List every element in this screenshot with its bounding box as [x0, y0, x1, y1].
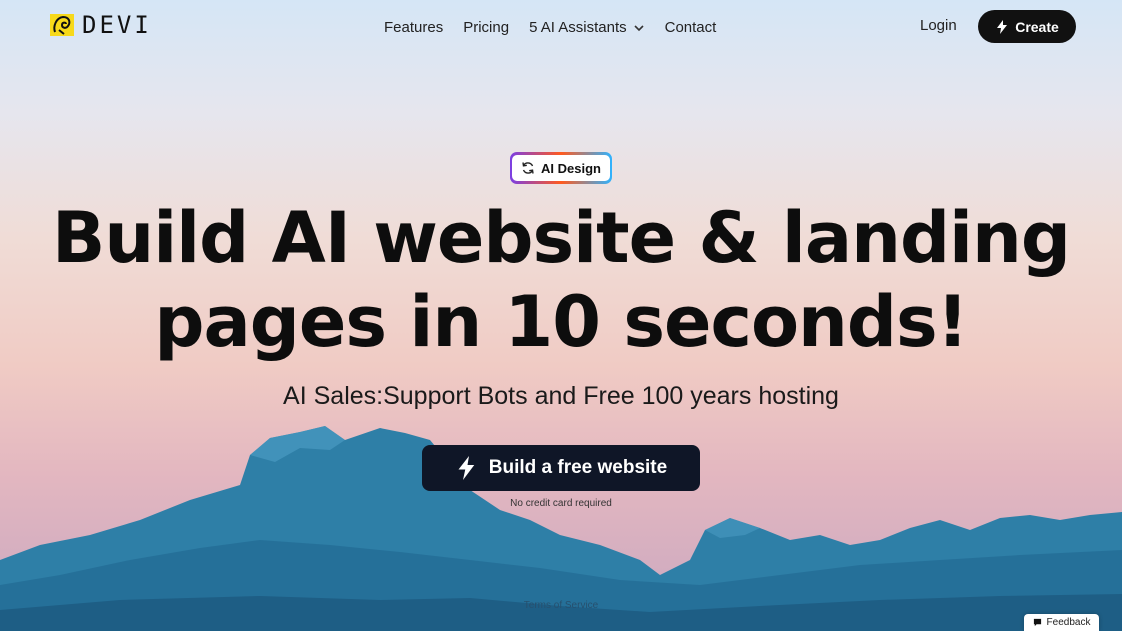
badge-label: AI Design	[541, 160, 601, 176]
hero-headline: Build AI website & landing pages in 10 s…	[0, 196, 1122, 364]
no-credit-card-note: No credit card required	[510, 498, 612, 509]
ai-design-badge: AI Design	[510, 152, 612, 184]
lightning-bolt-icon	[997, 19, 1008, 34]
nav-ai-assistants[interactable]: 5 AI Assistants	[529, 19, 645, 36]
feedback-button[interactable]: Feedback	[1024, 614, 1099, 631]
nav-contact[interactable]: Contact	[665, 19, 717, 36]
login-link[interactable]: Login	[920, 17, 957, 34]
hero-subheadline: AI Sales:Support Bots and Free 100 years…	[283, 382, 839, 410]
logo[interactable]: DEVI	[50, 11, 152, 39]
devi-logo-icon	[50, 14, 74, 36]
terms-of-service-link[interactable]: Terms of Service	[0, 600, 1122, 611]
headline-line-1: Build AI website & landing	[52, 197, 1071, 279]
build-free-website-button[interactable]: Build a free website	[422, 445, 700, 491]
feedback-label: Feedback	[1046, 617, 1091, 628]
lightning-bolt-icon	[458, 456, 475, 480]
chat-bubble-icon	[1033, 618, 1041, 627]
refresh-icon	[522, 162, 534, 174]
headline-line-2: pages in 10 seconds!	[154, 281, 968, 363]
create-button-label: Create	[1015, 18, 1059, 35]
nav-features[interactable]: Features	[384, 19, 443, 36]
create-button[interactable]: Create	[978, 10, 1076, 43]
logo-text: DEVI	[82, 11, 152, 39]
nav-pricing[interactable]: Pricing	[463, 19, 509, 36]
main-nav: Features Pricing 5 AI Assistants Contact	[384, 19, 716, 36]
chevron-down-icon	[634, 24, 644, 31]
cta-label: Build a free website	[488, 457, 668, 478]
nav-ai-assistants-label: 5 AI Assistants	[529, 19, 627, 36]
